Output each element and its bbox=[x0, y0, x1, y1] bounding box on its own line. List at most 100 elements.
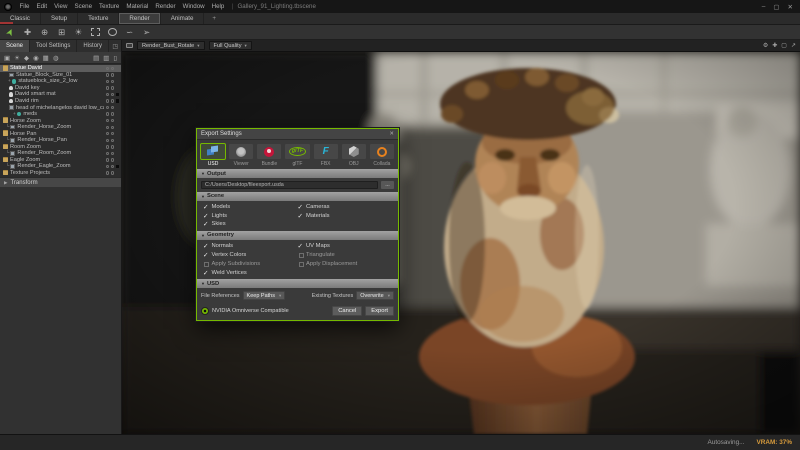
scene-tree-row[interactable]: Horse Zoom bbox=[0, 117, 121, 124]
visibility-toggle-icon[interactable] bbox=[110, 105, 115, 110]
scene-tree-row[interactable]: Statue David bbox=[0, 65, 121, 72]
menu-item[interactable]: Material bbox=[123, 3, 152, 10]
format-collada[interactable]: Collada bbox=[368, 143, 395, 167]
export-option-checkbox[interactable]: Cameras bbox=[298, 203, 393, 212]
workspace-tab[interactable]: Texture bbox=[78, 13, 120, 24]
scene-tree-row[interactable]: └ Render_Room_Zoom bbox=[0, 150, 121, 157]
scene-tree-row[interactable]: David key bbox=[0, 85, 121, 92]
visibility-toggle-icon[interactable] bbox=[110, 112, 115, 116]
menu-item[interactable]: Texture bbox=[96, 3, 123, 10]
visibility-toggle-icon[interactable] bbox=[110, 86, 115, 90]
visibility-toggle-icon[interactable] bbox=[110, 73, 115, 77]
existing-textures-dropdown[interactable]: Overwrite ▾ bbox=[356, 291, 394, 301]
visibility-toggle-icon[interactable] bbox=[110, 79, 115, 84]
export-option-checkbox[interactable]: Normals bbox=[203, 242, 298, 251]
output-section-header[interactable]: ▼ Output bbox=[197, 169, 398, 178]
add-mesh-icon[interactable]: ◆ bbox=[24, 54, 29, 62]
scene-tree-row[interactable]: └ Render_Horse_Zoom bbox=[0, 124, 121, 131]
lock-toggle-icon[interactable] bbox=[105, 79, 110, 84]
lock-toggle-icon[interactable] bbox=[105, 112, 110, 116]
lock-toggle-icon[interactable] bbox=[105, 158, 110, 162]
scene-tree-row[interactable]: └ Render_Eagle_Zoom bbox=[0, 163, 121, 170]
select-tool-icon[interactable]: ➤ bbox=[3, 25, 18, 40]
add-light-icon[interactable]: ☀ bbox=[14, 54, 20, 62]
scene-tree-row[interactable]: Texture Projects bbox=[0, 170, 121, 177]
lock-toggle-icon[interactable] bbox=[105, 92, 110, 97]
lock-toggle-icon[interactable] bbox=[105, 99, 110, 103]
lock-toggle-icon[interactable] bbox=[105, 138, 110, 142]
format-usd[interactable]: USD bbox=[200, 143, 227, 167]
visibility-toggle-icon[interactable] bbox=[110, 125, 115, 129]
frame-icon[interactable]: ▢ bbox=[781, 42, 787, 49]
lock-toggle-icon[interactable] bbox=[105, 73, 110, 77]
scene-tree-row[interactable]: Room Zoom bbox=[0, 144, 121, 151]
lock-toggle-icon[interactable] bbox=[105, 145, 110, 149]
panel-popout-icon[interactable]: ◳ bbox=[109, 40, 121, 52]
minimize-button[interactable]: – bbox=[762, 3, 766, 11]
lock-toggle-icon[interactable] bbox=[105, 151, 110, 156]
add-workspace-tab-button[interactable]: + bbox=[204, 13, 224, 24]
dialog-title-bar[interactable]: Export Settings ✕ bbox=[197, 129, 398, 140]
visibility-toggle-icon[interactable] bbox=[110, 158, 115, 162]
dialog-close-icon[interactable]: ✕ bbox=[389, 131, 394, 137]
add-material-icon[interactable]: ◉ bbox=[33, 54, 39, 62]
menu-item[interactable]: View bbox=[51, 3, 71, 10]
menu-item[interactable]: File bbox=[16, 3, 33, 10]
scene-tree-row[interactable]: Statue_Block_Size_01 bbox=[0, 72, 121, 79]
move-icon[interactable]: ✚ bbox=[772, 42, 777, 49]
quality-select-dropdown[interactable]: Full Quality ▾ bbox=[208, 41, 252, 50]
delete-icon[interactable]: ▯ bbox=[113, 54, 117, 62]
workspace-tab[interactable]: Setup bbox=[41, 13, 79, 24]
camera-select-dropdown[interactable]: Render_Bust_Rotate ▾ bbox=[137, 41, 205, 50]
scale-tool-icon[interactable]: ⊞ bbox=[56, 27, 67, 38]
translate-tool-icon[interactable]: ✚ bbox=[22, 27, 33, 38]
lock-toggle-icon[interactable] bbox=[105, 125, 110, 129]
lock-toggle-icon[interactable] bbox=[105, 118, 110, 123]
geometry-section-header[interactable]: ▼ Geometry bbox=[197, 230, 398, 240]
format-obj[interactable]: OBJ bbox=[340, 143, 367, 167]
export-option-checkbox[interactable]: Materials bbox=[298, 211, 393, 220]
cancel-button[interactable]: Cancel bbox=[332, 306, 363, 316]
format-gltf[interactable]: glTF glTF bbox=[284, 143, 311, 167]
add-sky-icon[interactable]: ◍ bbox=[53, 54, 59, 62]
ellipse-select-tool-icon[interactable] bbox=[107, 27, 118, 38]
workspace-tab[interactable]: Render bbox=[119, 13, 161, 24]
panel-tab[interactable]: History bbox=[77, 40, 110, 52]
maximize-button[interactable]: ▢ bbox=[773, 3, 779, 11]
usd-section-header[interactable]: ▼ USD bbox=[197, 279, 398, 289]
format-fbx[interactable]: F FBX bbox=[312, 143, 339, 167]
rotate-tool-icon[interactable]: ⊕ bbox=[39, 27, 50, 38]
export-option-checkbox[interactable]: Skies bbox=[203, 220, 298, 229]
lasso-select-tool-icon[interactable]: ∽ bbox=[124, 27, 135, 38]
paint-select-tool-icon[interactable]: ➢ bbox=[141, 27, 152, 38]
export-option-checkbox[interactable]: Weld Vertices bbox=[203, 268, 298, 277]
transform-section-header[interactable]: ▶ Transform bbox=[0, 177, 121, 187]
visibility-toggle-icon[interactable] bbox=[110, 138, 115, 142]
panel-tab[interactable]: Tool Settings bbox=[30, 40, 78, 52]
scene-section-header[interactable]: ▼ Scene bbox=[197, 191, 398, 201]
scene-tree-row[interactable]: head of michelangelos david low_ca bbox=[0, 104, 121, 111]
format-viewer[interactable]: Viewer bbox=[228, 143, 255, 167]
export-option-checkbox[interactable]: Vertex Colors bbox=[203, 251, 298, 260]
visibility-toggle-icon[interactable] bbox=[110, 132, 115, 136]
export-button[interactable]: Export bbox=[365, 306, 394, 316]
output-path-field[interactable]: C:/Users/Desktop/fileexport.usda bbox=[201, 180, 378, 189]
lock-toggle-icon[interactable] bbox=[105, 171, 110, 175]
add-camera-icon[interactable]: ▣ bbox=[4, 54, 10, 62]
lock-toggle-icon[interactable] bbox=[105, 86, 110, 90]
marquee-select-tool-icon[interactable] bbox=[90, 27, 101, 38]
browse-button[interactable]: ... bbox=[381, 180, 394, 189]
light-tool-icon[interactable]: ☀ bbox=[73, 27, 84, 38]
export-option-checkbox[interactable]: Models bbox=[203, 203, 298, 212]
visibility-toggle-icon[interactable] bbox=[110, 145, 115, 149]
add-texture-icon[interactable]: ▦ bbox=[43, 54, 49, 62]
scene-tree-row[interactable]: + statueblock_size_2_low bbox=[0, 78, 121, 85]
export-option-checkbox[interactable]: Triangulate bbox=[298, 251, 393, 260]
scene-tree-row[interactable]: Horse Pan bbox=[0, 130, 121, 137]
gear-icon[interactable]: ⚙ bbox=[763, 42, 768, 49]
export-option-checkbox[interactable]: Apply Subdivisions bbox=[203, 259, 298, 268]
visibility-toggle-icon[interactable] bbox=[110, 164, 115, 169]
visibility-toggle-icon[interactable] bbox=[110, 92, 115, 97]
visibility-toggle-icon[interactable] bbox=[110, 66, 115, 70]
menu-item[interactable]: Scene bbox=[71, 3, 96, 10]
